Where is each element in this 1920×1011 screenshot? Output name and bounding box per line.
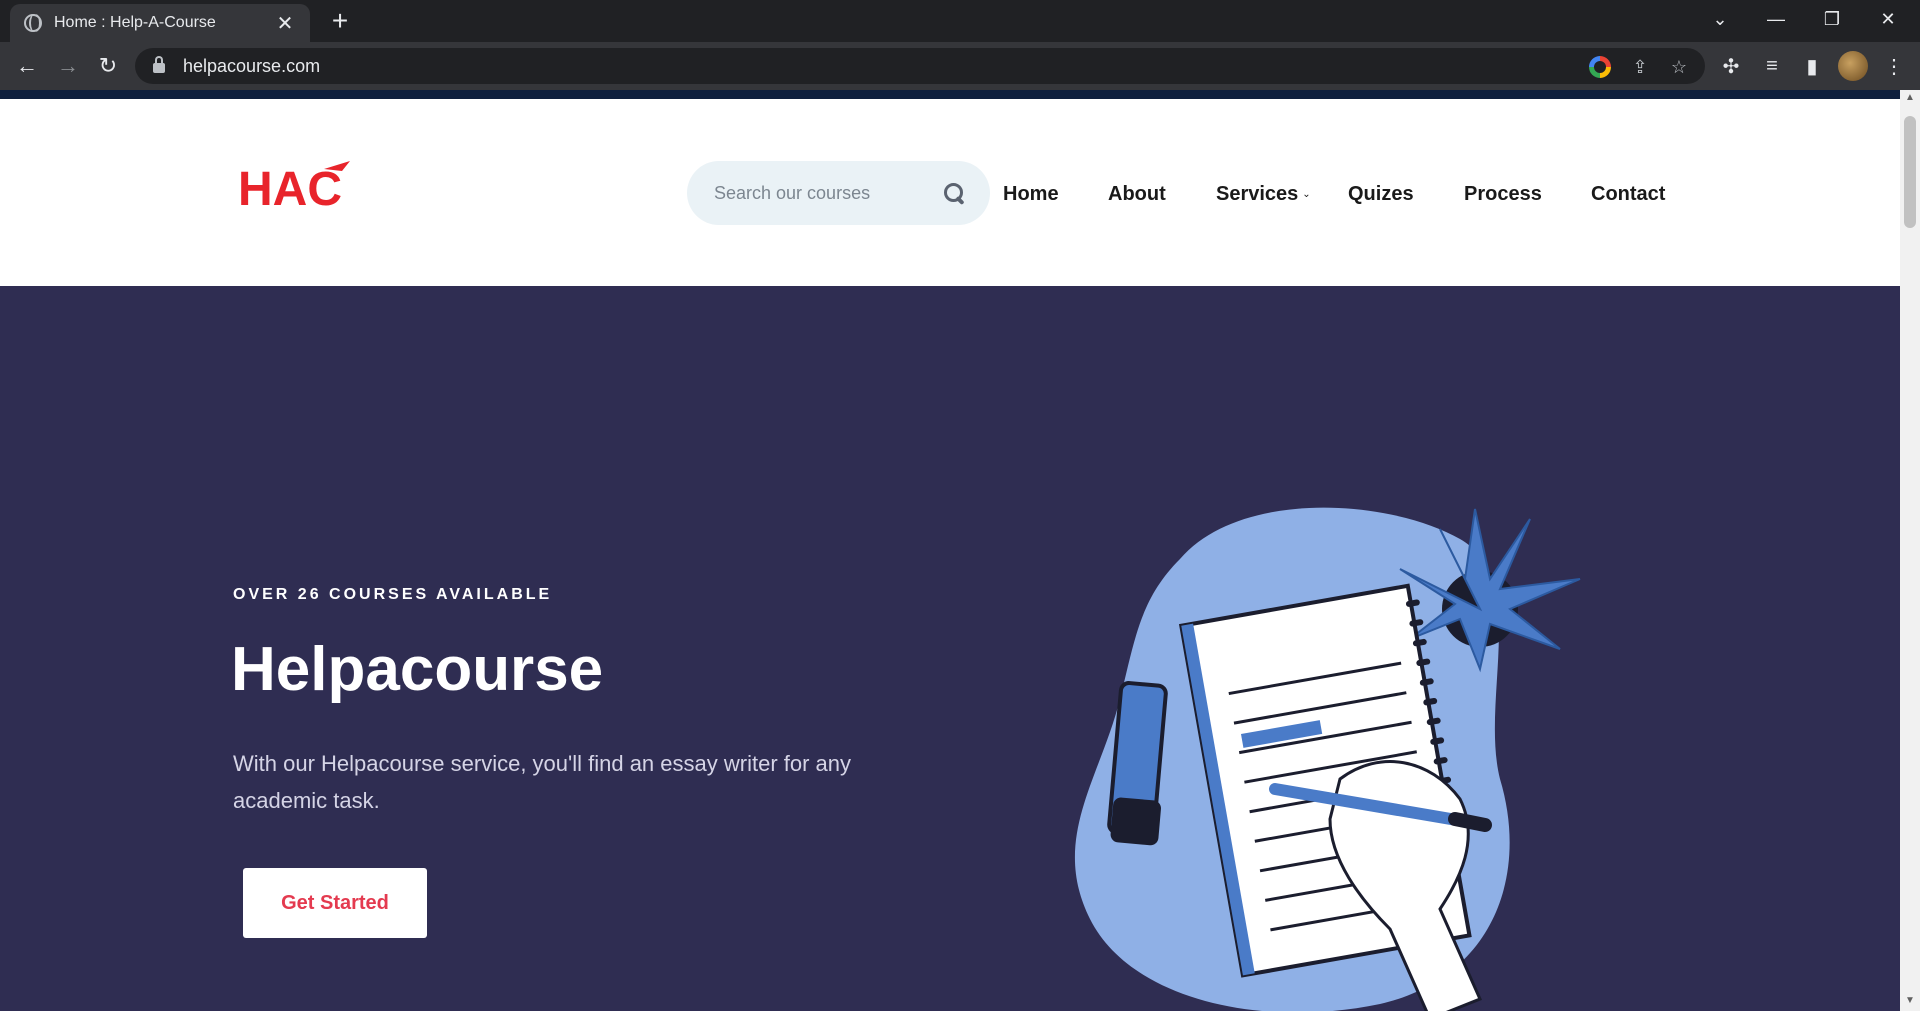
logo-text: HAC (238, 163, 342, 213)
tab-search-icon[interactable]: ⌄ (1692, 0, 1748, 38)
page-scrollbar[interactable]: ▲ ▼ (1900, 90, 1920, 1011)
nav-home-link[interactable]: Home (1003, 183, 1059, 206)
share-icon[interactable]: ⇪ (1629, 56, 1651, 78)
window-close-button[interactable]: ✕ (1860, 0, 1916, 38)
nav-contact-link[interactable]: Contact (1591, 183, 1665, 206)
scroll-up-arrow-icon[interactable]: ▲ (1904, 92, 1916, 104)
bookmark-star-icon[interactable]: ☆ (1668, 56, 1690, 78)
google-icon[interactable] (1589, 56, 1611, 78)
scroll-thumb[interactable] (1904, 116, 1916, 228)
search-input[interactable]: Search our courses (714, 183, 944, 204)
nav-about[interactable]: About (1108, 179, 1166, 209)
reload-button[interactable]: ↻ (92, 50, 124, 82)
hac-logo[interactable]: HAC (238, 157, 350, 213)
nav-quizes-link[interactable]: Quizes (1348, 183, 1414, 206)
minimize-button[interactable]: — (1748, 0, 1804, 38)
course-search[interactable]: Search our courses (687, 161, 990, 225)
nav-home[interactable]: Home (1003, 179, 1059, 209)
browser-toolbar: ← → ↻ helpacourse.com ⇪ ☆ ✣ ≡ ▮ ⋮ (0, 42, 1920, 90)
hero-description: With our Helpacourse service, you'll fin… (233, 751, 852, 813)
chevron-down-icon: ⌄ (1302, 188, 1311, 200)
scroll-down-arrow-icon[interactable]: ▼ (1904, 995, 1916, 1007)
nav-services-link[interactable]: Services (1216, 183, 1298, 206)
media-controls-icon[interactable]: ≡ (1756, 50, 1788, 82)
nav-contact[interactable]: Contact (1591, 179, 1665, 209)
globe-icon (24, 14, 42, 32)
tab-title: Home : Help-A-Course (54, 14, 216, 31)
back-button[interactable]: ← (11, 50, 43, 82)
address-bar[interactable]: helpacourse.com ⇪ ☆ (135, 48, 1705, 84)
browser-tab-strip: Home : Help-A-Course ✕ + ⌄ — ❐ ✕ (0, 0, 1920, 42)
profile-avatar[interactable] (1838, 51, 1868, 81)
nav-services[interactable]: Services ⌄ (1216, 179, 1311, 209)
top-accent-bar (0, 90, 1900, 99)
nav-process-link[interactable]: Process (1464, 183, 1542, 206)
restore-button[interactable]: ❐ (1804, 0, 1860, 38)
extensions-icon[interactable]: ✣ (1715, 50, 1747, 82)
url-text[interactable]: helpacourse.com (183, 56, 320, 77)
site-header: HAC Search our courses Home About Servic… (0, 99, 1900, 286)
lock-icon[interactable] (153, 56, 165, 73)
nav-process[interactable]: Process (1464, 179, 1542, 209)
get-started-button[interactable]: Get Started (243, 868, 427, 938)
browser-tab[interactable]: Home : Help-A-Course ✕ (10, 4, 310, 42)
nav-quizes[interactable]: Quizes (1348, 179, 1414, 209)
hero-eyebrow: OVER 26 COURSES AVAILABLE (233, 586, 553, 603)
hero-title: Helpacourse (231, 635, 604, 704)
new-tab-button[interactable]: + (325, 6, 355, 36)
nav-about-link[interactable]: About (1108, 183, 1166, 206)
menu-kebab-icon[interactable]: ⋮ (1878, 50, 1910, 82)
writing-illustration (1075, 507, 1581, 1011)
marker-icon (1107, 681, 1168, 846)
forward-button[interactable]: → (52, 50, 84, 82)
page-viewport: HAC Search our courses Home About Servic… (0, 99, 1900, 1011)
side-panel-icon[interactable]: ▮ (1796, 50, 1828, 82)
search-icon[interactable] (944, 183, 964, 203)
tab-close-icon[interactable]: ✕ (274, 11, 296, 36)
